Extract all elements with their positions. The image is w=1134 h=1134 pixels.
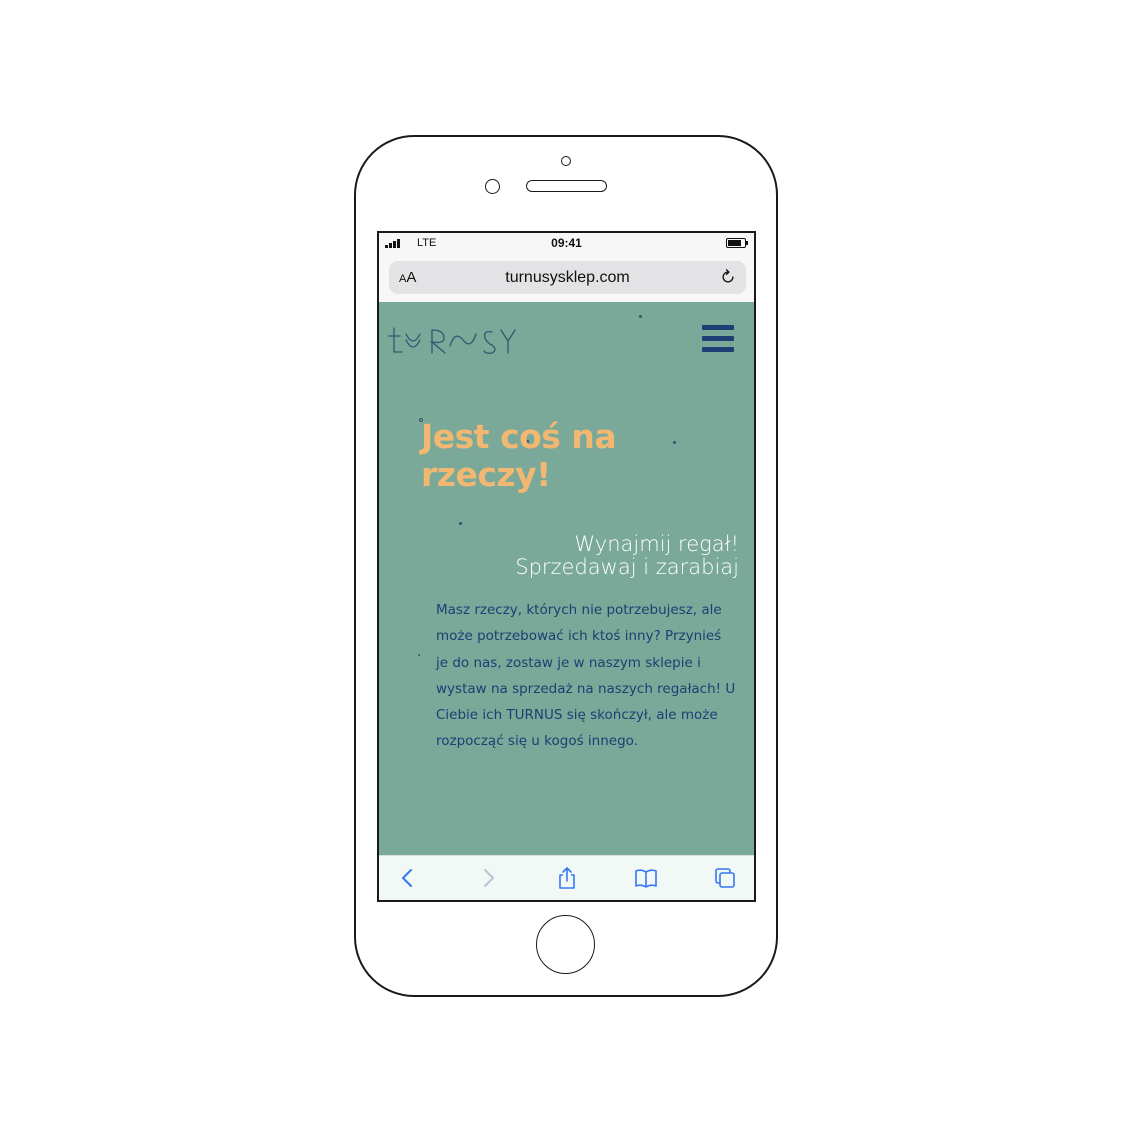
browser-toolbar	[379, 855, 754, 900]
phone-screen: LTE 09:41 AA turnusysklep.com Jest coś n…	[377, 231, 756, 902]
tabs-icon[interactable]	[713, 866, 737, 890]
proximity-sensor	[485, 179, 500, 194]
battery-icon	[726, 238, 748, 248]
decorative-dot	[418, 654, 420, 656]
hero-subtitle-line: Wynajmij regał!	[574, 532, 739, 556]
book-icon[interactable]	[634, 866, 658, 890]
address-bar[interactable]: AA turnusysklep.com	[389, 261, 746, 294]
decorative-dot	[459, 522, 462, 525]
hero-description: Masz rzeczy, których nie potrzebujesz, a…	[436, 602, 736, 750]
chevron-left-icon[interactable]	[396, 866, 420, 890]
browser-address-area: AA turnusysklep.com	[379, 255, 754, 302]
share-icon[interactable]	[555, 866, 579, 890]
chevron-right-icon[interactable]	[476, 866, 500, 890]
earpiece-speaker	[526, 180, 607, 192]
hero-subtitle-line: Sprzedawaj i zarabiaj	[515, 555, 739, 579]
clock: 09:41	[551, 236, 582, 250]
url-text[interactable]: turnusysklep.com	[389, 269, 746, 287]
front-camera	[561, 156, 571, 166]
reload-icon[interactable]	[719, 268, 737, 286]
hero-title: Jest coś na rzeczy!	[421, 417, 617, 494]
status-bar: LTE 09:41	[379, 233, 754, 255]
hero-subtitle: Wynajmij regał! Sprzedawaj i zarabiaj	[439, 533, 739, 579]
home-button[interactable]	[536, 915, 595, 974]
decorative-dot	[639, 315, 642, 318]
site-logo[interactable]	[388, 326, 518, 356]
hamburger-menu-icon[interactable]	[702, 325, 734, 353]
